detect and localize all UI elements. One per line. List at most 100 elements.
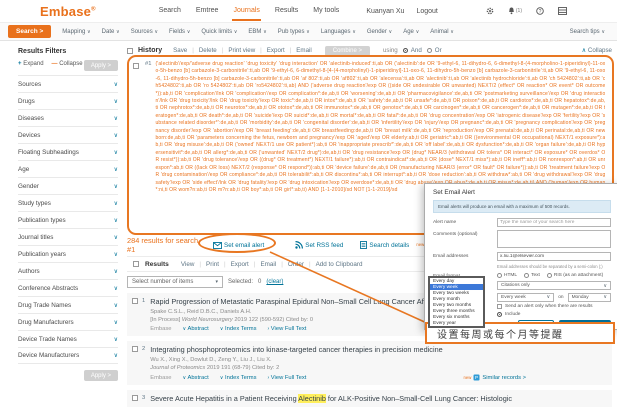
filter-category[interactable]: Floating Subheadings∨ xyxy=(18,143,118,160)
filter-category[interactable]: Sources∨ xyxy=(18,75,118,92)
search-option[interactable]: Date ∨ xyxy=(102,29,120,35)
help-icon[interactable]: ? xyxy=(536,7,544,15)
set-email-alert-link[interactable]: Set email alert xyxy=(213,242,264,249)
results-action-link[interactable]: Export xyxy=(219,261,249,268)
only-results-checkbox[interactable] xyxy=(497,304,502,309)
search-option[interactable]: Languages ∨ xyxy=(321,29,356,35)
collapse-history-link[interactable]: ∧ Collapse xyxy=(582,47,612,54)
top-nav-item[interactable]: Journals xyxy=(232,1,260,21)
result-authors[interactable]: Wu X., Xing X., Dowlut D., Zeng Y., Liu … xyxy=(150,357,606,363)
filter-category[interactable]: Age∨ xyxy=(18,160,118,177)
email-addresses-input[interactable] xyxy=(497,252,611,261)
format-radio[interactable] xyxy=(497,273,502,278)
combine-or-option[interactable]: Or xyxy=(427,47,442,54)
history-action-link[interactable]: Email xyxy=(285,47,312,54)
result-title[interactable]: Integrating phosphoproteomics into kinas… xyxy=(150,345,606,354)
view-full-text-link[interactable]: › View Full Text xyxy=(268,326,307,332)
filter-category[interactable]: Drug Trade Names∨ xyxy=(18,296,118,313)
abstract-toggle[interactable]: ∨ Abstract xyxy=(183,375,209,381)
logout-link[interactable]: Logout xyxy=(416,8,437,15)
user-name[interactable]: Kuanyan Xu xyxy=(366,8,404,15)
filter-category[interactable]: Device Manufacturers∨ xyxy=(18,347,118,364)
filter-category[interactable]: Authors∨ xyxy=(18,262,118,279)
combine-button[interactable]: Combine > xyxy=(325,46,370,56)
filter-category[interactable]: Journal titles∨ xyxy=(18,228,118,245)
embase-logo[interactable]: Embase® xyxy=(40,4,96,19)
index-terms-toggle[interactable]: ∨ Index Terms xyxy=(220,326,257,332)
clear-selection-link[interactable]: (clear) xyxy=(266,279,283,285)
apply-filters-button-top[interactable]: Apply > xyxy=(84,60,118,71)
filter-category[interactable]: Device Trade Names∨ xyxy=(18,330,118,347)
frequency-select[interactable]: Every week∨ xyxy=(497,293,554,302)
filter-category[interactable]: Devices∨ xyxy=(18,126,118,143)
filter-category[interactable]: Publication types∨ xyxy=(18,211,118,228)
select-all-checkbox[interactable] xyxy=(133,261,139,267)
set-rss-feed-link[interactable]: Set RSS feed xyxy=(295,241,343,249)
filter-category[interactable]: Diseases∨ xyxy=(18,109,118,126)
results-action-link[interactable]: Print xyxy=(194,261,219,268)
top-nav-item[interactable]: Results xyxy=(274,1,299,21)
format-radio[interactable] xyxy=(524,273,529,278)
search-option[interactable]: Pub types ∨ xyxy=(278,29,310,35)
result-number: 2 xyxy=(142,346,145,352)
top-nav-item[interactable]: My tools xyxy=(312,1,340,21)
history-action-link[interactable]: Delete xyxy=(187,47,217,54)
search-option[interactable]: Mapping ∨ xyxy=(62,29,90,35)
search-option[interactable]: Gender ∨ xyxy=(367,29,392,35)
search-submit-button[interactable]: Search > xyxy=(8,25,51,38)
search-option[interactable]: Age ∨ xyxy=(403,29,419,35)
search-option[interactable]: Quick limits ∨ xyxy=(201,29,237,35)
format-option[interactable]: RIS (as an attachment) xyxy=(547,273,603,278)
view-full-text-link[interactable]: › View Full Text xyxy=(268,375,307,381)
filter-category[interactable]: Study types∨ xyxy=(18,194,118,211)
filter-category[interactable]: Drugs∨ xyxy=(18,92,118,109)
apps-grid-icon[interactable] xyxy=(558,7,567,15)
comments-textarea[interactable] xyxy=(497,230,611,248)
result-checkbox[interactable] xyxy=(132,298,138,304)
format-option[interactable]: Text xyxy=(524,273,540,278)
radio-and[interactable] xyxy=(403,48,408,53)
include-option[interactable]: Include xyxy=(497,312,611,317)
top-nav-item[interactable]: Search xyxy=(158,1,182,21)
format-radio[interactable] xyxy=(547,273,552,278)
search-option[interactable]: Fields ∨ xyxy=(169,29,190,35)
results-action-link[interactable]: Email xyxy=(249,261,276,268)
search-option[interactable]: EBM ∨ xyxy=(248,29,266,35)
include-radio[interactable] xyxy=(497,312,502,317)
results-action-link[interactable]: Order xyxy=(276,261,304,268)
search-tips-link[interactable]: Search tips ∨ xyxy=(570,29,605,35)
gear-icon[interactable] xyxy=(486,7,494,15)
history-action-link[interactable]: Export xyxy=(255,47,285,54)
frequency-option[interactable]: Every year xyxy=(430,320,483,326)
filter-category[interactable]: Conference Abstracts∨ xyxy=(18,279,118,296)
top-nav-item[interactable]: Emtree xyxy=(195,1,220,21)
alerts-bell-icon[interactable]: (1) xyxy=(508,7,522,15)
items-per-page-select[interactable]: Select number of items▾ xyxy=(127,276,223,288)
apply-filters-button-bottom[interactable]: Apply > xyxy=(84,370,118,381)
only-results-option[interactable]: Send an alert only when there are result… xyxy=(497,304,611,309)
index-terms-toggle[interactable]: ∨ Index Terms xyxy=(220,375,257,381)
search-option[interactable]: Animal ∨ xyxy=(430,29,454,35)
alert-name-input[interactable] xyxy=(497,218,611,227)
format-option[interactable]: HTML xyxy=(497,273,517,278)
search-option[interactable]: Sources ∨ xyxy=(131,29,158,35)
result-checkbox[interactable] xyxy=(132,346,138,352)
results-action-link[interactable]: View xyxy=(181,261,195,268)
history-checkbox[interactable] xyxy=(127,48,133,54)
filter-category[interactable]: Gender∨ xyxy=(18,177,118,194)
search-row-checkbox[interactable] xyxy=(133,63,139,69)
history-action-link[interactable]: Save xyxy=(173,47,187,54)
day-select[interactable]: Monday∨ xyxy=(568,293,611,302)
abstract-toggle[interactable]: ∨ Abstract xyxy=(183,326,209,332)
search-details-link[interactable]: Search details xyxy=(360,241,409,249)
result-checkbox[interactable] xyxy=(132,395,138,401)
radio-or[interactable] xyxy=(427,48,432,53)
expand-all-link[interactable]: + Expand xyxy=(18,61,44,67)
filter-category[interactable]: Drug Manufacturers∨ xyxy=(18,313,118,330)
history-action-link[interactable]: Print view xyxy=(217,47,255,54)
results-action-link[interactable]: Add to Clipboard xyxy=(304,261,363,268)
combine-and-option[interactable]: And xyxy=(403,47,422,54)
filter-category[interactable]: Publication years∨ xyxy=(18,245,118,262)
content-select[interactable]: Citations only∨ xyxy=(497,281,611,290)
similar-records-link[interactable]: new P Similar records > xyxy=(463,374,526,381)
